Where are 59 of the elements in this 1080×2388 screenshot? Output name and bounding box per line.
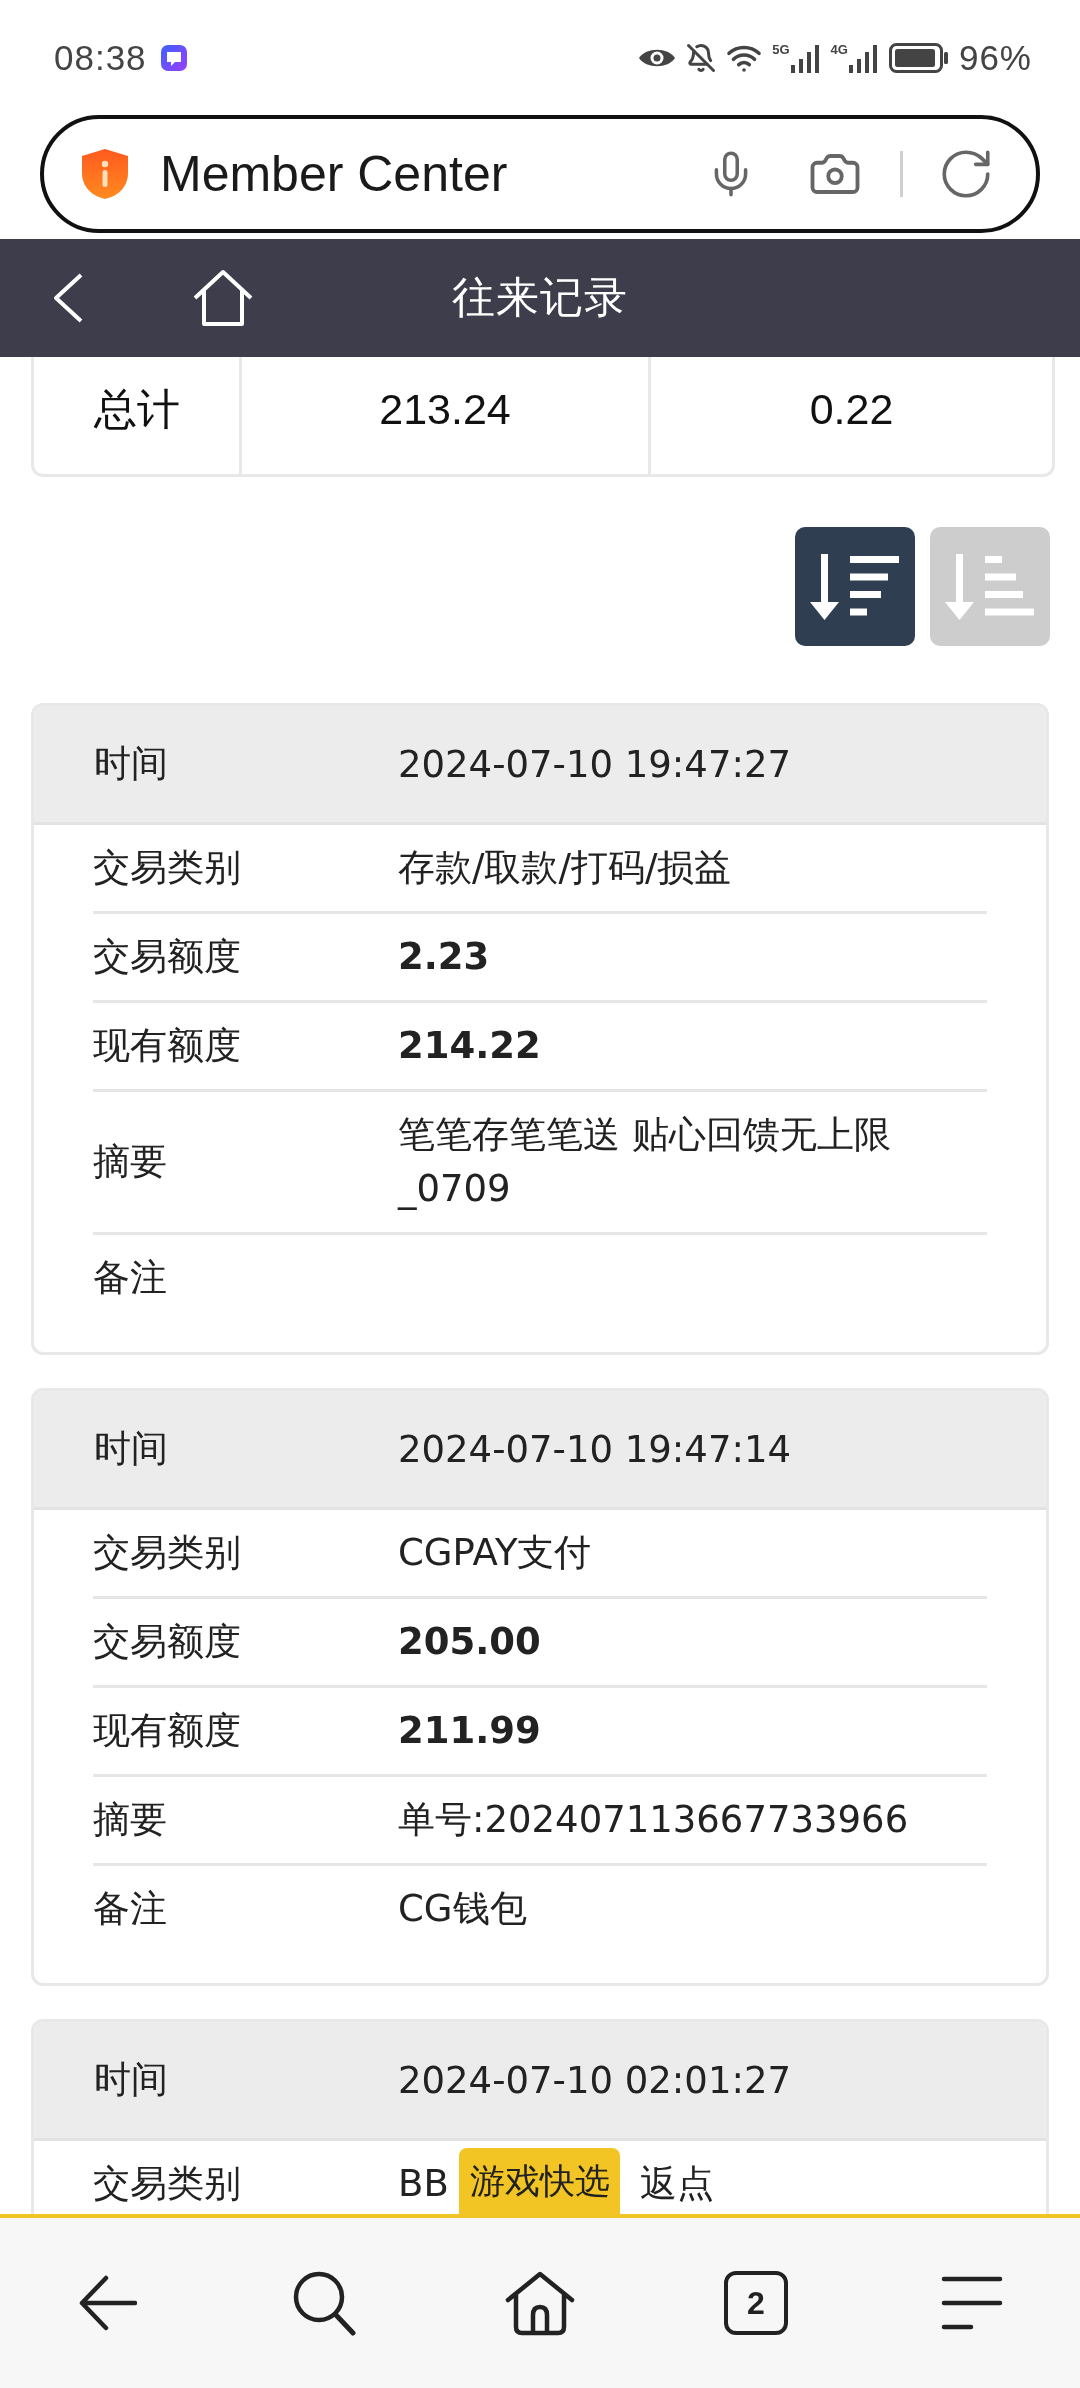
time-label: 时间: [94, 741, 169, 787]
page-title: 往来记录: [452, 272, 628, 323]
home-button[interactable]: [505, 2270, 575, 2336]
field-value: CG钱包: [398, 1886, 528, 1932]
muted-bell-icon: [686, 42, 717, 73]
time-value: 2024-07-10 19:47:27: [398, 742, 792, 786]
home-icon: [192, 269, 254, 327]
field-value: 笔笔存笔笔送 贴心回馈无上限_0709: [398, 1112, 892, 1212]
field-value: 2.23: [398, 934, 491, 980]
search-icon: [292, 2270, 356, 2336]
battery-percent: 96%: [958, 40, 1032, 75]
time-label: 时间: [94, 2057, 169, 2103]
back-button[interactable]: [79, 2275, 137, 2331]
field-label: 交易额度: [93, 934, 242, 980]
security-shield-icon: [81, 148, 129, 200]
field-label: 备注: [93, 1255, 168, 1301]
network-type-label: 4G: [830, 42, 848, 56]
quick-pick-tab[interactable]: 游戏快选: [459, 2148, 620, 2214]
search-button[interactable]: [292, 2270, 356, 2336]
sort-ascending-icon: [945, 553, 1035, 620]
signal-icon: [848, 44, 879, 73]
network-type-label: 5G: [772, 42, 790, 56]
time-label: 时间: [94, 1426, 169, 1472]
address-bar[interactable]: Member Center: [40, 115, 1040, 233]
menu-icon: [941, 2275, 1003, 2331]
totals-value-cell: 213.24: [242, 357, 651, 474]
field-label: 摘要: [93, 1139, 168, 1185]
field-label: 交易类别: [93, 845, 242, 891]
tab-count-button[interactable]: 2: [724, 2271, 788, 2335]
field-label: 摘要: [93, 1797, 168, 1843]
field-value: 214.22: [398, 1023, 542, 1069]
battery-icon: [888, 42, 949, 73]
field-label: 交易额度: [93, 1619, 242, 1665]
field-label: 现有额度: [93, 1708, 242, 1754]
field-label: 交易类别: [93, 2161, 242, 2207]
field-value: BB: [398, 2161, 449, 2207]
totals-value-cell-text: 0.22: [808, 384, 895, 435]
field-value: CGPAY支付: [398, 1530, 593, 1576]
home-icon: [505, 2270, 575, 2336]
signal-icon: [790, 44, 821, 73]
menu-button[interactable]: [941, 2275, 1003, 2331]
status-time: 08:38: [54, 40, 147, 75]
arrow-left-icon: [79, 2275, 137, 2331]
field-value: 211.99: [398, 1708, 542, 1754]
sort-descending-button[interactable]: [795, 527, 915, 646]
field-label: 现有额度: [93, 1023, 242, 1069]
app-notification-icon: [160, 44, 187, 71]
chevron-left-icon: [52, 272, 84, 324]
field-label: 交易类别: [93, 1530, 242, 1576]
field-value: 205.00: [398, 1619, 542, 1665]
sort-descending-icon: [810, 553, 900, 620]
time-value: 2024-07-10 02:01:27: [398, 2058, 792, 2102]
field-value: 单号:202407113667733966: [398, 1797, 910, 1843]
totals-label-cell: 总计: [34, 357, 242, 474]
field-label: 备注: [93, 1886, 168, 1932]
back-button[interactable]: [52, 272, 84, 324]
field-value: 返点: [639, 2161, 714, 2207]
field-value: 存款/取款/打码/损益: [398, 845, 733, 891]
time-value: 2024-07-10 19:47:14: [398, 1427, 792, 1471]
